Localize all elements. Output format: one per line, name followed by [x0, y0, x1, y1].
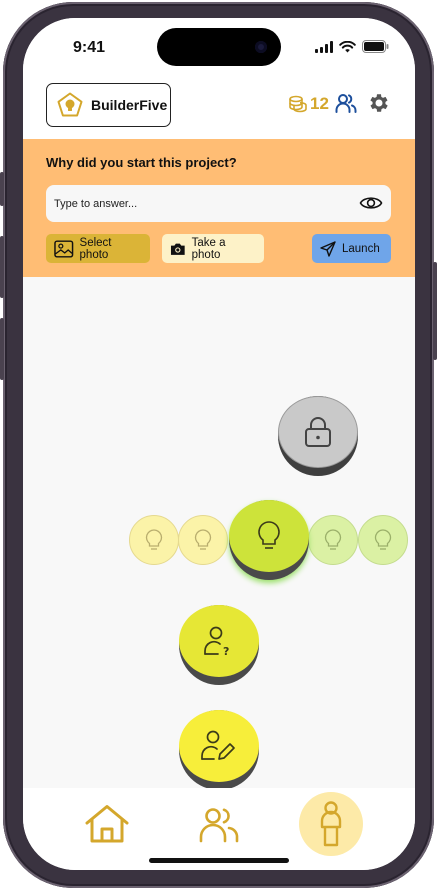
battery-icon	[362, 40, 389, 53]
coins-icon	[289, 95, 307, 113]
lightbulb-icon	[324, 529, 342, 550]
person-question-node-face: ?	[179, 605, 259, 677]
team-icon[interactable]	[335, 92, 357, 114]
person-icon	[320, 801, 342, 847]
front-camera	[255, 41, 267, 53]
builderfive-logo-icon	[57, 92, 83, 117]
person-question-node[interactable]: ?	[179, 605, 259, 685]
coins-count: 12	[310, 94, 329, 113]
svg-text:?: ?	[223, 645, 229, 658]
send-icon	[320, 240, 336, 257]
side-button-action	[0, 172, 4, 206]
take-photo-button[interactable]: Take a photo	[162, 234, 264, 263]
current-node-face	[229, 500, 309, 572]
question-title: Why did you start this project?	[46, 155, 237, 170]
select-photo-label: Select photo	[79, 236, 112, 261]
side-button-volume-down	[0, 318, 4, 380]
app-header: BuilderFive 12	[23, 78, 415, 139]
brand-logo-button[interactable]: BuilderFive	[46, 83, 171, 127]
person-question-icon: ?	[204, 626, 229, 658]
answer-input[interactable]	[54, 197, 344, 210]
person-edit-node-face	[179, 710, 259, 782]
lightbulb-node-prev-2[interactable]	[129, 515, 179, 565]
users-icon	[199, 808, 239, 843]
lightbulb-icon	[145, 529, 163, 550]
question-panel: Why did you start this project? Select p…	[23, 139, 415, 277]
select-photo-button[interactable]: Select photo	[46, 234, 150, 263]
lightbulb-node-current[interactable]	[229, 500, 309, 580]
signal-icon	[315, 40, 333, 53]
status-icons	[315, 40, 389, 53]
lightbulb-icon	[258, 521, 280, 549]
lightbulb-icon	[374, 529, 392, 550]
nav-home[interactable]	[77, 794, 137, 854]
home-indicator	[149, 858, 289, 863]
take-photo-label: Take a photo	[191, 236, 226, 261]
eye-icon[interactable]	[359, 193, 383, 213]
lightbulb-node-next-1[interactable]	[308, 515, 358, 565]
person-edit-icon	[201, 730, 235, 760]
nav-team[interactable]	[189, 794, 249, 854]
status-time: 9:41	[73, 39, 106, 56]
screen: 9:41 BuilderFive 12 Why did you start th…	[23, 18, 415, 870]
wifi-icon	[339, 40, 356, 52]
lightbulb-icon	[194, 529, 212, 550]
lock-icon	[305, 417, 331, 447]
lightbulb-node-next-2[interactable]	[358, 515, 408, 565]
camera-icon	[170, 243, 185, 255]
launch-button[interactable]: Launch	[312, 234, 391, 263]
coins-counter[interactable]: 12	[288, 94, 329, 114]
nav-profile[interactable]	[301, 794, 361, 854]
side-button-volume-up	[0, 236, 4, 298]
side-button-power	[433, 262, 437, 360]
lightbulb-node-prev-1[interactable]	[178, 515, 228, 565]
dynamic-island	[157, 28, 281, 66]
person-edit-node[interactable]	[179, 710, 259, 790]
app-name: BuilderFive	[91, 97, 168, 113]
launch-label: Launch	[342, 242, 380, 255]
image-icon	[54, 239, 74, 258]
status-bar: 9:41	[23, 18, 415, 78]
gear-icon[interactable]	[367, 91, 391, 115]
answer-box	[46, 185, 391, 222]
locked-node-face	[278, 396, 358, 468]
locked-node[interactable]	[278, 396, 358, 476]
home-icon	[85, 805, 129, 843]
